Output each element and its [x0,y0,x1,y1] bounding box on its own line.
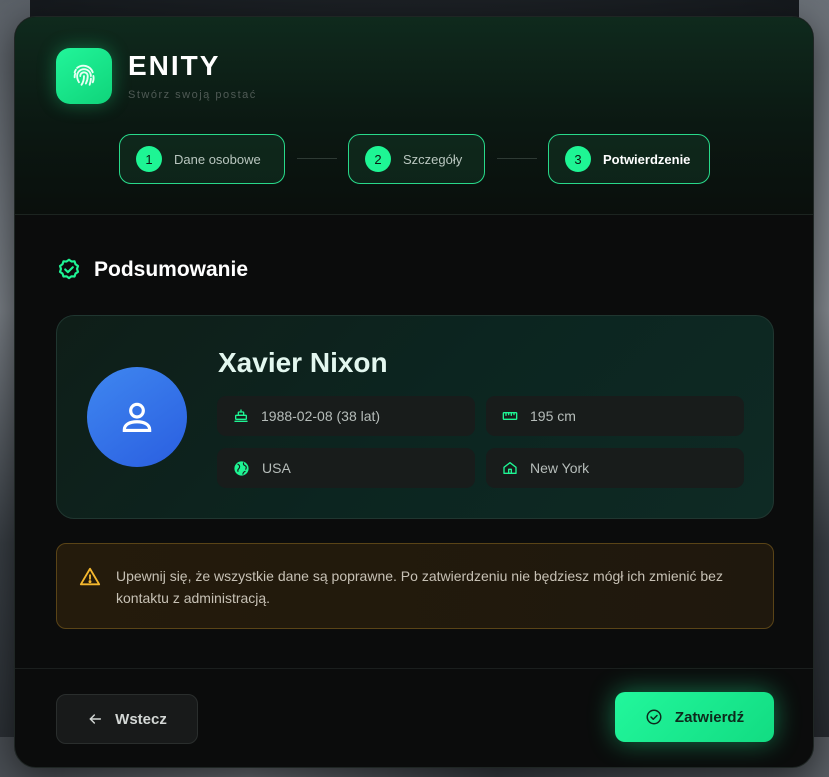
step-connector [297,158,337,159]
birthdate-value: 1988-02-08 (38 lat) [261,408,381,424]
section-title: Podsumowanie [94,258,249,281]
stepper: 1 Dane osobowe 2 Szczegóły 3 Potwierdzen… [15,134,813,184]
info-birthdate: 1988-02-08 (38 lat) [217,396,475,436]
step-label: Potwierdzenie [603,151,691,167]
brand-subtitle: Stwórz swoją postać [128,89,257,101]
cake-icon [234,409,248,422]
character-creator-modal: ENITY Stwórz swoją postać 1 Dane osobowe… [14,16,814,768]
avatar [87,367,187,467]
height-value: 195 cm [530,408,576,424]
step-personal-data[interactable]: 1 Dane osobowe [119,134,285,184]
verified-badge-icon [58,258,80,280]
warning-icon [79,567,101,586]
confirm-button[interactable]: Zatwierdź [615,692,774,742]
step-label: Szczegóły [403,151,463,167]
step-connector [497,158,537,159]
step-number: 3 [565,146,591,172]
arrow-left-icon [87,711,103,727]
step-details[interactable]: 2 Szczegóły [348,134,485,184]
character-summary-card: Xavier Nixon 1988-02-08 (38 lat) 195 cm … [56,315,774,519]
step-label: Dane osobowe [174,151,261,167]
info-height: 195 cm [486,396,744,436]
step-confirmation[interactable]: 3 Potwierdzenie [548,134,710,184]
confirm-button-label: Zatwierdź [674,708,745,726]
step-number: 2 [365,146,391,172]
info-nationality: USA [217,448,475,488]
home-icon [503,462,517,474]
step-number: 1 [136,146,162,172]
logo [56,48,112,104]
back-button[interactable]: Wstecz [56,694,198,744]
back-button-label: Wstecz [115,710,167,728]
modal-header: ENITY Stwórz swoją postać 1 Dane osobowe… [15,17,813,215]
globe-icon [234,460,249,476]
ruler-icon [502,412,518,420]
check-circle-icon [645,708,663,726]
warning-alert: Upewnij się, że wszystkie dane są popraw… [56,543,774,629]
footer-divider [15,668,813,669]
fingerprint-icon [73,64,95,86]
brand-title: ENITY [128,50,221,81]
character-name: Xavier Nixon [218,347,388,378]
city-value: New York [530,460,590,476]
user-icon [122,402,152,433]
info-city: New York [486,448,744,488]
summary-heading: Podsumowanie [56,257,248,283]
warning-text: Upewnij się, że wszystkie dane są popraw… [116,568,723,606]
nationality-value: USA [262,460,291,476]
